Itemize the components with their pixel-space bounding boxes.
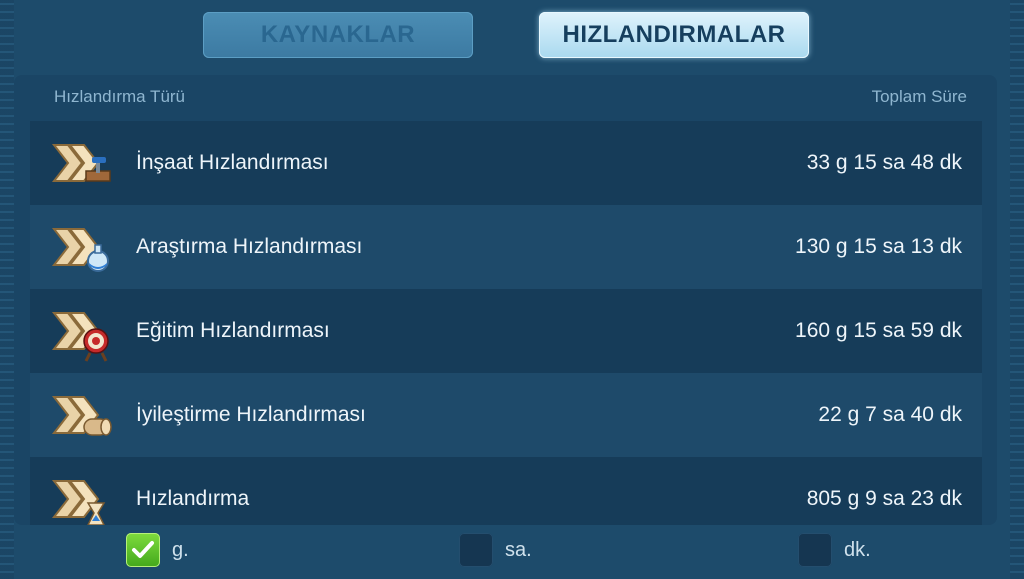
minutes-checkbox[interactable] <box>798 533 832 567</box>
minutes-filter[interactable]: dk. <box>798 533 871 567</box>
list-item[interactable]: Eğitim Hızlandırması 160 g 15 sa 59 dk <box>30 289 982 373</box>
list-item[interactable]: Araştırma Hızlandırması 130 g 15 sa 13 d… <box>30 205 982 289</box>
tab-speedups[interactable]: HIZLANDIRMALAR <box>539 12 809 58</box>
row-total: 22 g 7 sa 40 dk <box>818 403 962 426</box>
speedup-panel: Hızlandırma Türü Toplam Süre İnşaat Hızl… <box>14 75 997 525</box>
tab-resources[interactable]: KAYNAKLAR <box>203 12 473 58</box>
research-speedup-icon <box>50 215 114 279</box>
left-frame-border <box>0 0 14 579</box>
list-item[interactable]: Hızlandırma 805 g 9 sa 23 dk <box>30 457 982 525</box>
row-total: 130 g 15 sa 13 dk <box>795 235 962 258</box>
row-label: İnşaat Hızlandırması <box>136 151 329 174</box>
row-label: İyileştirme Hızlandırması <box>136 403 366 426</box>
hours-filter[interactable]: sa. <box>459 533 532 567</box>
speedup-list[interactable]: İnşaat Hızlandırması 33 g 15 sa 48 dk Ar… <box>30 121 982 525</box>
days-label: g. <box>172 538 189 561</box>
unit-filter-bar: g. sa. dk. <box>0 533 1024 573</box>
row-total: 805 g 9 sa 23 dk <box>806 487 962 510</box>
days-filter[interactable]: g. <box>126 533 189 567</box>
construction-speedup-icon <box>50 131 114 195</box>
minutes-label: dk. <box>844 538 871 561</box>
healing-speedup-icon <box>50 383 114 447</box>
row-label: Hızlandırma <box>136 487 250 510</box>
row-label: Eğitim Hızlandırması <box>136 319 330 342</box>
column-header-total: Toplam Süre <box>871 87 967 106</box>
hours-checkbox[interactable] <box>459 533 493 567</box>
row-total: 160 g 15 sa 59 dk <box>795 319 962 342</box>
right-frame-border <box>1010 0 1024 579</box>
list-item[interactable]: İnşaat Hızlandırması 33 g 15 sa 48 dk <box>30 121 982 205</box>
universal-speedup-icon <box>50 467 114 525</box>
list-item[interactable]: İyileştirme Hızlandırması 22 g 7 sa 40 d… <box>30 373 982 457</box>
column-header-type: Hızlandırma Türü <box>54 87 186 106</box>
checkmark-icon <box>132 541 154 558</box>
hours-label: sa. <box>505 538 532 561</box>
days-checkbox[interactable] <box>126 533 160 567</box>
row-label: Araştırma Hızlandırması <box>136 235 363 258</box>
row-total: 33 g 15 sa 48 dk <box>806 151 962 174</box>
training-speedup-icon <box>50 299 114 363</box>
